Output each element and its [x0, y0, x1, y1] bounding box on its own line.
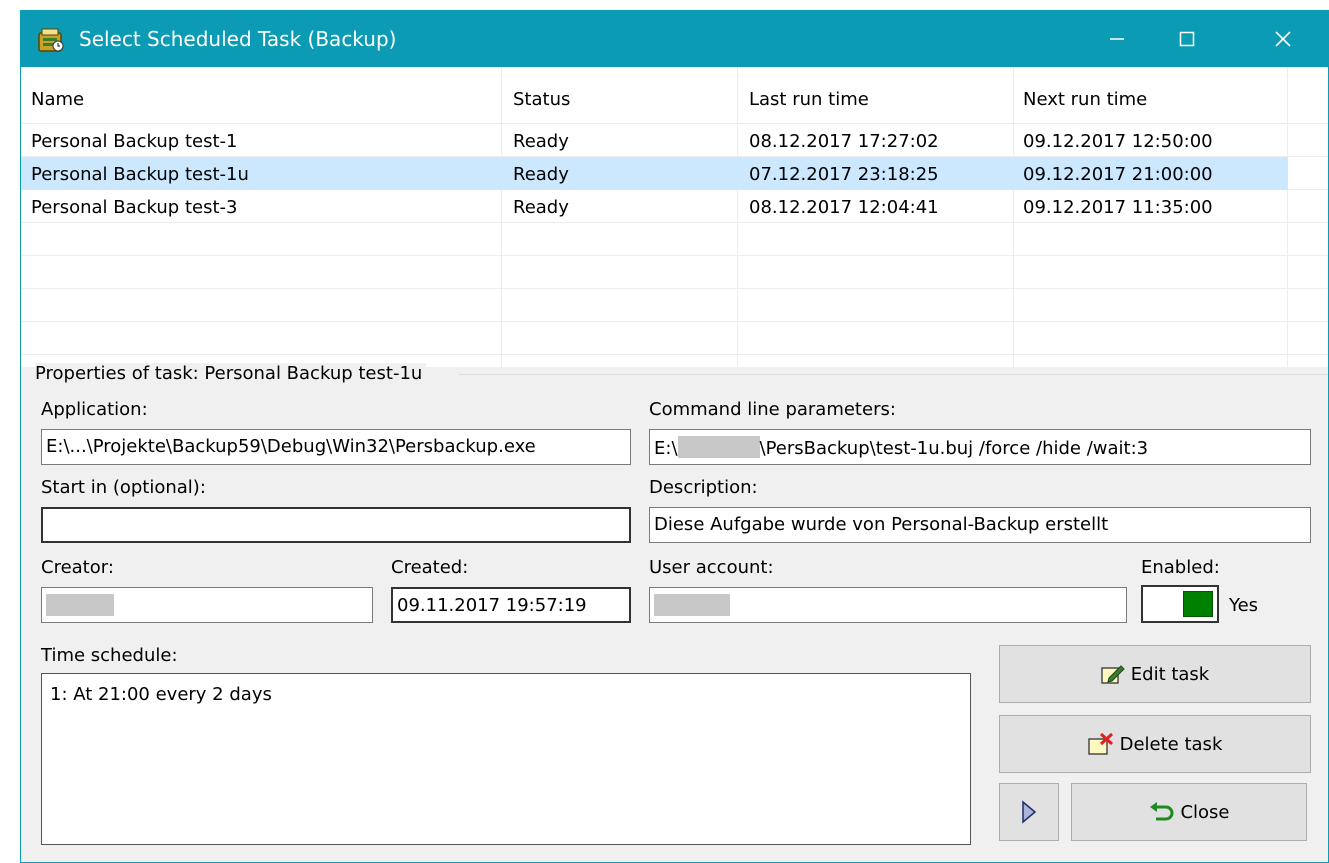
close-window-button[interactable]	[1253, 11, 1313, 67]
redacted-block	[677, 436, 760, 458]
table-row-selected[interactable]: Personal Backup test-1u Ready 07.12.2017…	[21, 157, 1288, 190]
task-next-run: 09.12.2017 12:50:00	[1023, 131, 1213, 152]
created-field[interactable]: 09.11.2017 19:57:19	[391, 587, 631, 623]
redacted-block	[46, 594, 114, 616]
edit-task-button[interactable]: Edit task	[999, 645, 1311, 703]
cmdline-suffix: \PersBackup\test-1u.buj /force /hide /wa…	[759, 438, 1149, 459]
description-field[interactable]: Diese Aufgabe wurde von Personal-Backup …	[649, 507, 1311, 543]
delete-task-label: Delete task	[1119, 733, 1223, 755]
cmdline-field[interactable]: E:\ \PersBackup\test-1u.buj /force /hide …	[649, 429, 1311, 465]
schedule-label: Time schedule:	[41, 645, 178, 666]
startin-label: Start in (optional):	[41, 477, 206, 498]
delete-icon	[1087, 732, 1113, 755]
enabled-toggle[interactable]	[1141, 585, 1219, 623]
edit-icon	[1101, 665, 1125, 684]
properties-group-label: Properties of task: Personal Backup test…	[35, 363, 427, 384]
cmdline-prefix: E:\	[654, 438, 678, 459]
cmdline-label: Command line parameters:	[649, 399, 896, 420]
application-value: E:\...\Projekte\Backup59\Debug\Win32\Per…	[46, 436, 536, 457]
close-icon	[1275, 31, 1291, 47]
task-status: Ready	[513, 131, 569, 152]
table-row[interactable]: Personal Backup test-3 Ready 08.12.2017 …	[21, 190, 1288, 223]
expand-button[interactable]	[999, 783, 1059, 841]
enabled-label: Enabled:	[1141, 557, 1220, 578]
task-list[interactable]: Name Status Last run time Next run time …	[21, 67, 1328, 367]
window-title: Select Scheduled Task (Backup)	[79, 27, 397, 51]
task-status: Ready	[513, 164, 569, 185]
title-bar: Select Scheduled Task (Backup)	[21, 11, 1328, 67]
description-label: Description:	[649, 477, 758, 498]
task-status: Ready	[513, 197, 569, 218]
schedule-textbox[interactable]: 1: At 21:00 every 2 days	[41, 673, 971, 845]
maximize-button[interactable]	[1157, 11, 1217, 67]
description-value: Diese Aufgabe wurde von Personal-Backup …	[654, 514, 1109, 535]
minimize-icon	[1110, 38, 1124, 40]
enabled-value: Yes	[1229, 595, 1259, 616]
toggle-knob	[1183, 591, 1213, 617]
task-last-run: 08.12.2017 17:27:02	[749, 131, 939, 152]
edit-task-label: Edit task	[1130, 663, 1210, 685]
task-next-run: 09.12.2017 21:00:00	[1023, 164, 1213, 185]
task-last-run: 07.12.2017 23:18:25	[749, 164, 939, 185]
user-account-field[interactable]	[649, 587, 1127, 623]
close-button[interactable]: Close	[1071, 783, 1307, 841]
return-arrow-icon	[1150, 802, 1174, 821]
task-next-run: 09.12.2017 11:35:00	[1023, 197, 1213, 218]
user-account-label: User account:	[649, 557, 774, 578]
task-name: Personal Backup test-3	[31, 197, 238, 218]
task-last-run: 08.12.2017 12:04:41	[749, 197, 939, 218]
application-field[interactable]: E:\...\Projekte\Backup59\Debug\Win32\Per…	[41, 429, 631, 465]
task-name: Personal Backup test-1	[31, 131, 238, 152]
startin-field[interactable]	[41, 507, 631, 543]
play-arrow-icon	[1022, 800, 1037, 824]
schedule-value: 1: At 21:00 every 2 days	[50, 684, 272, 705]
redacted-block	[654, 594, 730, 616]
task-name: Personal Backup test-1u	[31, 164, 249, 185]
maximize-icon	[1179, 31, 1195, 47]
column-header-next-run[interactable]: Next run time	[1023, 89, 1147, 110]
column-header-last-run[interactable]: Last run time	[749, 89, 869, 110]
dialog-window: Select Scheduled Task (Backup) Name Stat…	[20, 10, 1329, 863]
column-header-status[interactable]: Status	[513, 89, 570, 110]
close-label: Close	[1180, 801, 1230, 823]
minimize-button[interactable]	[1087, 11, 1147, 67]
creator-label: Creator:	[41, 557, 114, 578]
creator-field[interactable]	[41, 587, 373, 623]
delete-task-button[interactable]: Delete task	[999, 715, 1311, 773]
table-row[interactable]: Personal Backup test-1 Ready 08.12.2017 …	[21, 124, 1288, 157]
scheduled-task-icon	[37, 27, 65, 53]
created-label: Created:	[391, 557, 469, 578]
column-header-name[interactable]: Name	[31, 89, 84, 110]
created-value: 09.11.2017 19:57:19	[397, 595, 587, 616]
application-label: Application:	[41, 399, 148, 420]
